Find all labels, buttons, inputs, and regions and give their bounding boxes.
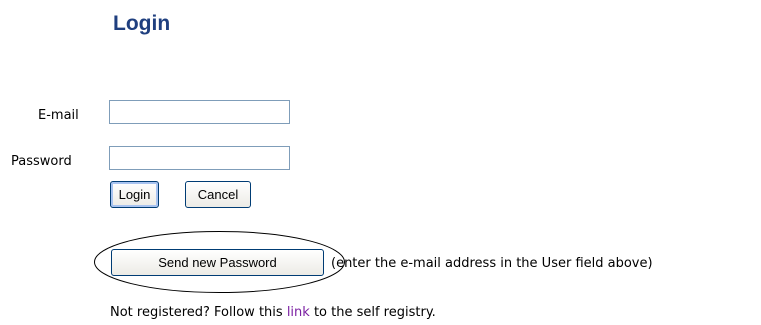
email-field[interactable] [109,100,290,124]
registration-suffix: to the self registry. [309,305,436,320]
email-label: E-mail [38,108,79,123]
page-title: Login [113,12,171,35]
registration-prefix: Not registered? Follow this [110,305,287,320]
send-password-hint: (enter the e-mail address in the User fi… [331,256,653,271]
registration-text: Not registered? Follow this link to the … [110,305,436,320]
login-button[interactable]: Login [110,181,159,208]
password-field[interactable] [109,146,290,170]
password-label: Password [11,154,72,169]
cancel-button[interactable]: Cancel [185,181,251,208]
self-registry-link[interactable]: link [287,305,310,320]
send-new-password-button[interactable]: Send new Password [111,249,324,276]
